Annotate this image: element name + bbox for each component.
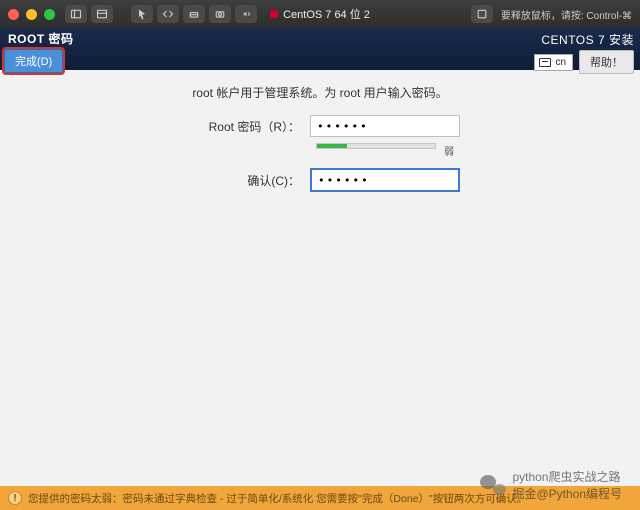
more-tools-button[interactable] xyxy=(235,5,257,23)
sidebar-toggle-button[interactable] xyxy=(65,5,87,23)
warning-icon: ! xyxy=(8,491,22,505)
fullscreen-button[interactable] xyxy=(471,5,493,23)
password-strength-label: 弱 xyxy=(444,143,454,158)
vm-title: CentOS 7 64 位 2 xyxy=(270,6,370,22)
page-title: ROOT 密码 xyxy=(4,30,74,47)
help-button[interactable]: 帮助！ xyxy=(579,50,634,74)
description-text: root 帐户用于管理系统。为 root 用户输入密码。 xyxy=(0,84,640,101)
close-window-button[interactable] xyxy=(8,9,19,20)
root-password-input[interactable] xyxy=(310,115,460,137)
installer-header: ROOT 密码 完成(D) CENTOS 7 安装 cn 帮助！ xyxy=(0,28,640,70)
warning-text: 您提供的密码太弱：密码未通过字典检查 - 过于简单化/系统化 您需要按"完成（D… xyxy=(28,491,527,506)
password-strength-meter xyxy=(316,143,436,149)
password-strength-fill xyxy=(317,144,347,148)
done-button[interactable]: 完成(D) xyxy=(4,49,63,73)
window-controls xyxy=(8,9,55,20)
centos-logo-icon xyxy=(270,10,278,18)
snapshot-tool-button[interactable] xyxy=(209,5,231,23)
minimize-window-button[interactable] xyxy=(26,9,37,20)
root-password-label: Root 密码（R）： xyxy=(180,118,300,135)
vm-name-label: CentOS 7 64 位 2 xyxy=(283,6,370,22)
confirm-password-input[interactable] xyxy=(310,168,460,192)
keyboard-icon xyxy=(539,58,551,67)
zoom-window-button[interactable] xyxy=(44,9,55,20)
warning-bar: ! 您提供的密码太弱：密码未通过字典检查 - 过于简单化/系统化 您需要按"完成… xyxy=(0,486,640,510)
installer-title: CENTOS 7 安装 xyxy=(541,31,634,48)
pointer-tool-button[interactable] xyxy=(131,5,153,23)
installer-body: root 帐户用于管理系统。为 root 用户输入密码。 Root 密码（R）：… xyxy=(0,70,640,486)
confirm-password-label: 确认(C)： xyxy=(180,172,300,189)
release-mouse-hint: 要释放鼠标，请按: Control-⌘ xyxy=(501,7,632,22)
keyboard-layout-label: cn xyxy=(555,57,566,68)
keyboard-layout-indicator[interactable]: cn xyxy=(534,54,573,71)
mac-titlebar: CentOS 7 64 位 2 要释放鼠标，请按: Control-⌘ xyxy=(0,0,640,28)
library-button[interactable] xyxy=(91,5,113,23)
disk-tool-button[interactable] xyxy=(183,5,205,23)
resize-tool-button[interactable] xyxy=(157,5,179,23)
